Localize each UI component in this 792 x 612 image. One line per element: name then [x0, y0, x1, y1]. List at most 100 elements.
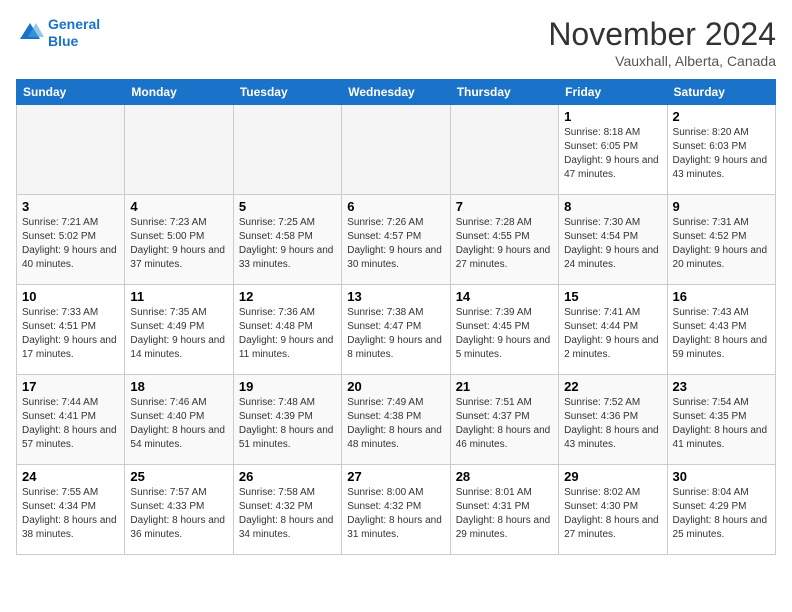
calendar-cell: 5 Sunrise: 7:25 AM Sunset: 4:58 PM Daylig…: [233, 195, 341, 285]
day-info: Sunrise: 7:21 AM Sunset: 5:02 PM Dayligh…: [22, 216, 119, 272]
calendar-cell: 17 Sunrise: 7:44 AM Sunset: 4:41 PM Dayli…: [17, 375, 125, 465]
week-row-1: 1Sunrise: 8:18 AM Sunset: 6:05 PM Daylig…: [17, 105, 776, 195]
week-row-2: 3 Sunrise: 7:21 AM Sunset: 5:02 PM Daylig…: [17, 195, 776, 285]
calendar-cell: [450, 105, 558, 195]
calendar-cell: 15 Sunrise: 7:41 AM Sunset: 4:44 PM Dayli…: [559, 285, 667, 375]
day-info: Sunrise: 7:23 AM Sunset: 5:00 PM Dayligh…: [130, 216, 227, 272]
day-info: Sunrise: 7:58 AM Sunset: 4:32 PM Dayligh…: [239, 486, 336, 542]
calendar-cell: 29 Sunrise: 8:02 AM Sunset: 4:30 PM Dayli…: [559, 465, 667, 555]
day-info: Sunrise: 7:46 AM Sunset: 4:40 PM Dayligh…: [130, 396, 227, 452]
day-info: Sunrise: 7:39 AM Sunset: 4:45 PM Dayligh…: [456, 306, 553, 362]
day-info: Sunrise: 7:25 AM Sunset: 4:58 PM Dayligh…: [239, 216, 336, 272]
day-number: 25: [130, 469, 227, 484]
calendar-cell: [17, 105, 125, 195]
logo: General Blue: [16, 16, 100, 50]
day-number: 24: [22, 469, 119, 484]
calendar-cell: 26Sunrise: 7:58 AM Sunset: 4:32 PM Dayli…: [233, 465, 341, 555]
calendar-cell: 30 Sunrise: 8:04 AM Sunset: 4:29 PM Dayli…: [667, 465, 775, 555]
day-number: 5: [239, 199, 336, 214]
day-number: 2: [673, 109, 770, 124]
day-info: Sunrise: 7:38 AM Sunset: 4:47 PM Dayligh…: [347, 306, 444, 362]
day-info: Sunrise: 8:02 AM Sunset: 4:30 PM Dayligh…: [564, 486, 661, 542]
day-info: Sunrise: 7:54 AM Sunset: 4:35 PM Dayligh…: [673, 396, 770, 452]
day-number: 6: [347, 199, 444, 214]
day-info: Sunrise: 8:04 AM Sunset: 4:29 PM Dayligh…: [673, 486, 770, 542]
calendar-cell: 20 Sunrise: 7:49 AM Sunset: 4:38 PM Dayli…: [342, 375, 450, 465]
day-number: 21: [456, 379, 553, 394]
month-title: November 2024: [548, 16, 776, 53]
day-number: 7: [456, 199, 553, 214]
day-number: 9: [673, 199, 770, 214]
calendar-cell: 12Sunrise: 7:36 AM Sunset: 4:48 PM Dayli…: [233, 285, 341, 375]
day-number: 20: [347, 379, 444, 394]
week-row-3: 10Sunrise: 7:33 AM Sunset: 4:51 PM Dayli…: [17, 285, 776, 375]
day-number: 8: [564, 199, 661, 214]
day-info: Sunrise: 7:30 AM Sunset: 4:54 PM Dayligh…: [564, 216, 661, 272]
day-number: 22: [564, 379, 661, 394]
calendar-cell: 10Sunrise: 7:33 AM Sunset: 4:51 PM Dayli…: [17, 285, 125, 375]
day-info: Sunrise: 7:57 AM Sunset: 4:33 PM Dayligh…: [130, 486, 227, 542]
day-info: Sunrise: 7:48 AM Sunset: 4:39 PM Dayligh…: [239, 396, 336, 452]
calendar-cell: [233, 105, 341, 195]
col-header-friday: Friday: [559, 80, 667, 105]
calendar-cell: 19 Sunrise: 7:48 AM Sunset: 4:39 PM Dayli…: [233, 375, 341, 465]
day-info: Sunrise: 7:31 AM Sunset: 4:52 PM Dayligh…: [673, 216, 770, 272]
day-number: 19: [239, 379, 336, 394]
day-number: 29: [564, 469, 661, 484]
header-row: SundayMondayTuesdayWednesdayThursdayFrid…: [17, 80, 776, 105]
calendar-cell: 11 Sunrise: 7:35 AM Sunset: 4:49 PM Dayli…: [125, 285, 233, 375]
day-number: 30: [673, 469, 770, 484]
calendar-cell: 8 Sunrise: 7:30 AM Sunset: 4:54 PM Daylig…: [559, 195, 667, 285]
calendar-cell: 4 Sunrise: 7:23 AM Sunset: 5:00 PM Daylig…: [125, 195, 233, 285]
calendar-cell: 1Sunrise: 8:18 AM Sunset: 6:05 PM Daylig…: [559, 105, 667, 195]
calendar-cell: 9 Sunrise: 7:31 AM Sunset: 4:52 PM Daylig…: [667, 195, 775, 285]
day-number: 10: [22, 289, 119, 304]
logo-icon: [16, 19, 44, 47]
calendar-cell: 21Sunrise: 7:51 AM Sunset: 4:37 PM Dayli…: [450, 375, 558, 465]
logo-text: General Blue: [48, 16, 100, 50]
week-row-5: 24 Sunrise: 7:55 AM Sunset: 4:34 PM Dayli…: [17, 465, 776, 555]
calendar-cell: 14Sunrise: 7:39 AM Sunset: 4:45 PM Dayli…: [450, 285, 558, 375]
calendar-cell: 16Sunrise: 7:43 AM Sunset: 4:43 PM Dayli…: [667, 285, 775, 375]
day-info: Sunrise: 8:00 AM Sunset: 4:32 PM Dayligh…: [347, 486, 444, 542]
col-header-tuesday: Tuesday: [233, 80, 341, 105]
calendar-cell: [342, 105, 450, 195]
col-header-thursday: Thursday: [450, 80, 558, 105]
day-number: 23: [673, 379, 770, 394]
day-number: 11: [130, 289, 227, 304]
calendar-cell: 3 Sunrise: 7:21 AM Sunset: 5:02 PM Daylig…: [17, 195, 125, 285]
week-row-4: 17 Sunrise: 7:44 AM Sunset: 4:41 PM Dayli…: [17, 375, 776, 465]
day-info: Sunrise: 7:41 AM Sunset: 4:44 PM Dayligh…: [564, 306, 661, 362]
day-number: 3: [22, 199, 119, 214]
calendar-cell: 2 Sunrise: 8:20 AM Sunset: 6:03 PM Daylig…: [667, 105, 775, 195]
day-info: Sunrise: 7:35 AM Sunset: 4:49 PM Dayligh…: [130, 306, 227, 362]
page-header: General Blue November 2024 Vauxhall, Alb…: [16, 16, 776, 69]
day-number: 16: [673, 289, 770, 304]
calendar-cell: 27 Sunrise: 8:00 AM Sunset: 4:32 PM Dayli…: [342, 465, 450, 555]
day-number: 18: [130, 379, 227, 394]
day-number: 4: [130, 199, 227, 214]
day-info: Sunrise: 7:49 AM Sunset: 4:38 PM Dayligh…: [347, 396, 444, 452]
calendar-table: SundayMondayTuesdayWednesdayThursdayFrid…: [16, 79, 776, 555]
col-header-saturday: Saturday: [667, 80, 775, 105]
calendar-cell: 7Sunrise: 7:28 AM Sunset: 4:55 PM Daylig…: [450, 195, 558, 285]
day-number: 27: [347, 469, 444, 484]
day-number: 28: [456, 469, 553, 484]
col-header-wednesday: Wednesday: [342, 80, 450, 105]
day-info: Sunrise: 7:52 AM Sunset: 4:36 PM Dayligh…: [564, 396, 661, 452]
day-info: Sunrise: 7:44 AM Sunset: 4:41 PM Dayligh…: [22, 396, 119, 452]
calendar-cell: 22 Sunrise: 7:52 AM Sunset: 4:36 PM Dayli…: [559, 375, 667, 465]
day-info: Sunrise: 8:20 AM Sunset: 6:03 PM Dayligh…: [673, 126, 770, 182]
calendar-cell: 13 Sunrise: 7:38 AM Sunset: 4:47 PM Dayli…: [342, 285, 450, 375]
calendar-cell: 23 Sunrise: 7:54 AM Sunset: 4:35 PM Dayli…: [667, 375, 775, 465]
day-info: Sunrise: 8:18 AM Sunset: 6:05 PM Dayligh…: [564, 126, 661, 182]
day-info: Sunrise: 7:26 AM Sunset: 4:57 PM Dayligh…: [347, 216, 444, 272]
day-number: 13: [347, 289, 444, 304]
day-number: 15: [564, 289, 661, 304]
calendar-cell: 6 Sunrise: 7:26 AM Sunset: 4:57 PM Daylig…: [342, 195, 450, 285]
location: Vauxhall, Alberta, Canada: [548, 53, 776, 69]
calendar-cell: 18 Sunrise: 7:46 AM Sunset: 4:40 PM Dayli…: [125, 375, 233, 465]
day-info: Sunrise: 8:01 AM Sunset: 4:31 PM Dayligh…: [456, 486, 553, 542]
day-number: 17: [22, 379, 119, 394]
day-info: Sunrise: 7:55 AM Sunset: 4:34 PM Dayligh…: [22, 486, 119, 542]
